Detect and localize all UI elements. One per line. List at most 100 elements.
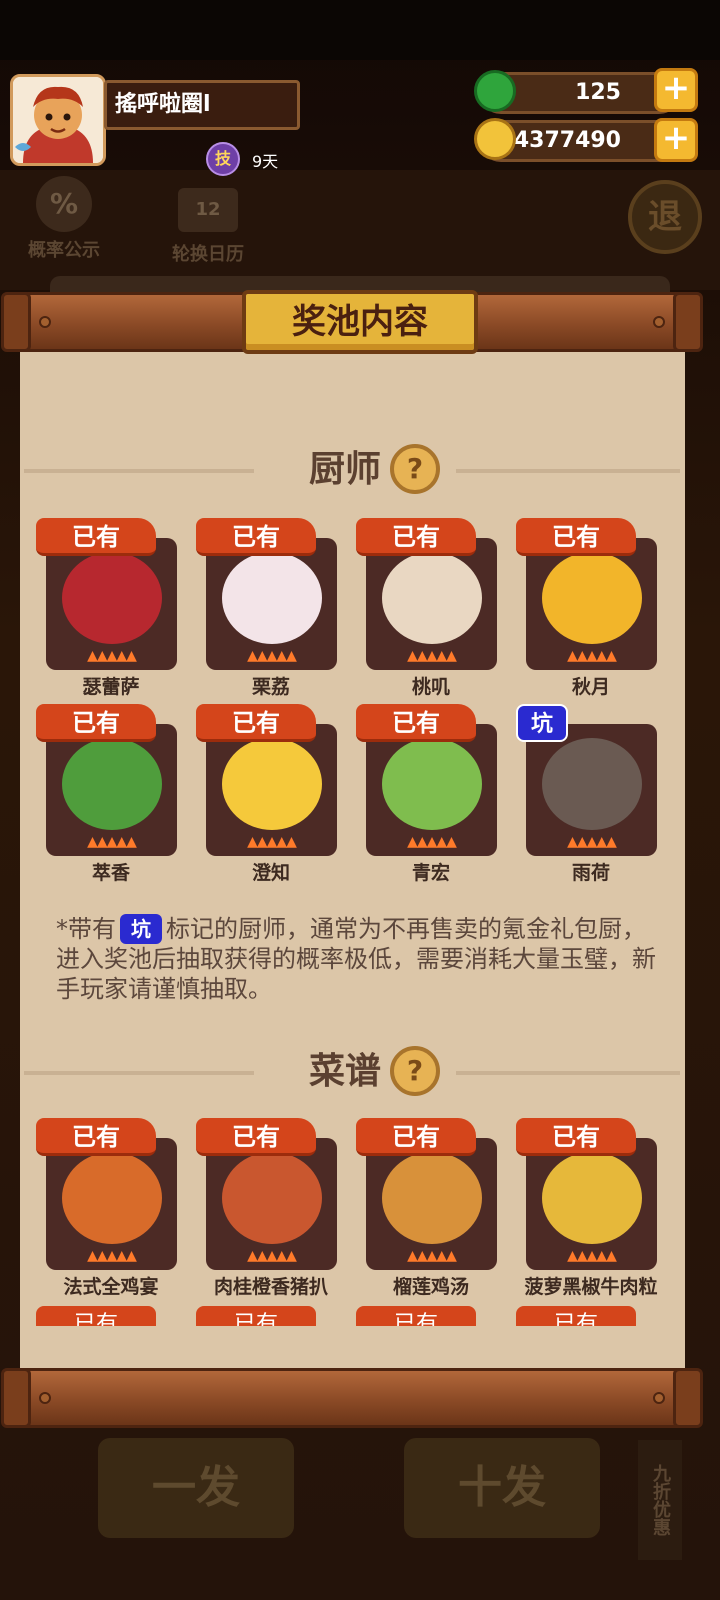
rod-cap-right [673,1368,703,1428]
owned-tag: 已有 [196,1118,316,1156]
owned-tag: 已有 [36,518,156,556]
card-name: 法式全鸡宴 [63,1276,159,1298]
owned-tag: 已有 [516,518,636,556]
rod-nail-icon [39,1392,51,1404]
recipe-card[interactable]: ▲▲▲▲▲ 已有菠萝黑椒牛肉粒 [516,1118,676,1298]
card-portrait: ▲▲▲▲▲ [526,538,657,670]
pit-note: *带有坑标记的厨师，通常为不再售卖的氪金礼包厨，进入奖池后抽取获得的概率极低，需… [56,914,656,1004]
owned-tag: 已有 [36,1306,156,1326]
rarity-flames-icon: ▲▲▲▲▲ [87,1248,137,1264]
calendar-label: 轮换日历 [172,244,244,265]
dish-icon [222,1152,322,1244]
chef-card[interactable]: ▲▲▲▲▲ 已有桃叽 [356,518,516,698]
chef-card[interactable]: ▲▲▲▲▲ 已有 栗荔 [196,518,356,698]
card-portrait: ▲▲▲▲▲ [366,1138,497,1270]
probability-button: % 概率公示 [18,176,110,262]
chef-card[interactable]: ▲▲▲▲▲ 已有澄知 [196,704,356,884]
rarity-flames-icon: ▲▲▲▲▲ [567,1248,617,1264]
player-avatar[interactable] [10,74,106,166]
calendar-icon: 12 [178,188,238,232]
card-portrait: ▲▲▲▲▲ [206,724,337,856]
player-name: 搖呼啦圈l [104,80,300,130]
probability-label: 概率公示 [28,240,100,261]
owned-tag: 已有 [196,1306,316,1326]
recipe-card[interactable]: ▲▲▲▲▲ 已有 榴莲鸡汤 [356,1118,516,1298]
rod-cap-left [1,292,31,352]
card-name: 秋月 [571,676,610,698]
jade-icon [474,70,516,112]
rarity-flames-icon: ▲▲▲▲▲ [87,834,137,850]
owned-tag: 已有 [516,1118,636,1156]
days-count: 9天 [252,152,279,171]
rarity-flames-icon: ▲▲▲▲▲ [247,648,297,664]
card-portrait: ▲▲▲▲▲ [366,538,497,670]
card-portrait: ▲▲▲▲▲ [46,724,177,856]
card-name: 菠萝黑椒牛肉粒 [524,1276,658,1298]
rod-cap-right [673,292,703,352]
rod-nail-icon [39,316,51,328]
chef-portrait-icon [222,552,322,644]
chef-portrait-icon [222,738,322,830]
chef-portrait-icon [542,738,642,830]
next-row-peek: 已有 已有 已有 已有 [20,1306,685,1326]
rarity-flames-icon: ▲▲▲▲▲ [567,648,617,664]
dish-icon [542,1152,642,1244]
divider-line [24,1071,254,1075]
exit-button: 退 [628,180,702,254]
chef-section-header: 厨师 ? [24,442,680,498]
skill-icon[interactable]: 技 [206,142,240,176]
owned-tag: 已有 [196,704,316,742]
owned-tag: 已有 [356,1306,476,1326]
card-name: 桃叽 [411,676,450,698]
chef-card[interactable]: ▲▲▲▲▲ 坑雨荷 [516,704,676,884]
card-portrait: ▲▲▲▲▲ [366,724,497,856]
discount-label: 九折优惠 [638,1440,682,1560]
rod-cap-left [1,1368,31,1428]
card-portrait: ▲▲▲▲▲ [46,1138,177,1270]
chef-portrait-icon [382,552,482,644]
rarity-flames-icon: ▲▲▲▲▲ [567,834,617,850]
card-name: 青宏 [411,862,450,884]
recipe-help-icon[interactable]: ? [390,1046,440,1096]
card-name: 萃香 [91,862,130,884]
card-portrait: ▲▲▲▲▲ [206,538,337,670]
calendar-button: 12 轮换日历 [160,182,256,266]
rod-nail-icon [653,1392,665,1404]
chef-card[interactable]: ▲▲▲▲▲ 已有瑟蕾萨 [36,518,196,698]
pit-note-prefix: *带有 [56,915,116,943]
add-jade-button[interactable]: + [654,68,698,112]
owned-tag: 已有 [356,518,476,556]
owned-tag: 已有 [516,1306,636,1326]
chef-portrait-icon [62,738,162,830]
owned-tag: 已有 [196,518,316,556]
recipe-section-title: 菜谱 [308,1051,381,1092]
rarity-flames-icon: ▲▲▲▲▲ [247,1248,297,1264]
chef-card[interactable]: ▲▲▲▲▲ 已有秋月 [516,518,676,698]
chef-help-icon[interactable]: ? [390,444,440,494]
card-portrait: ▲▲▲▲▲ [526,1138,657,1270]
owned-tag: 已有 [356,704,476,742]
recipe-section-header: 菜谱 ? [24,1044,680,1100]
rarity-flames-icon: ▲▲▲▲▲ [247,834,297,850]
recipe-card[interactable]: ▲▲▲▲▲ 已有 法式全鸡宴 [36,1118,196,1298]
chef-card[interactable]: ▲▲▲▲▲ 已有青宏 [356,704,516,884]
rarity-flames-icon: ▲▲▲▲▲ [87,648,137,664]
card-name: 榴莲鸡汤 [392,1276,469,1298]
avatar-image [13,77,103,163]
chef-card[interactable]: ▲▲▲▲▲ 已有萃香 [36,704,196,884]
chef-section-title: 厨师 [308,449,381,490]
add-coin-button[interactable]: + [654,118,698,162]
scroll-bottom-rod [1,1368,703,1428]
card-name: 瑟蕾萨 [82,676,140,698]
percent-icon: % [36,176,92,232]
divider-line [456,469,680,473]
card-name: 澄知 [251,862,290,884]
card-portrait: ▲▲▲▲▲ [206,1138,337,1270]
dish-icon [62,1152,162,1244]
rarity-flames-icon: ▲▲▲▲▲ [407,1248,457,1264]
draw-ten-button: 十发 [404,1438,600,1538]
recipe-card[interactable]: ▲▲▲▲▲ 已有 肉桂橙香猪扒 [196,1118,356,1298]
card-name: 雨荷 [571,862,610,884]
draw-once-button: 一发 [98,1438,294,1538]
owned-tag: 已有 [36,704,156,742]
